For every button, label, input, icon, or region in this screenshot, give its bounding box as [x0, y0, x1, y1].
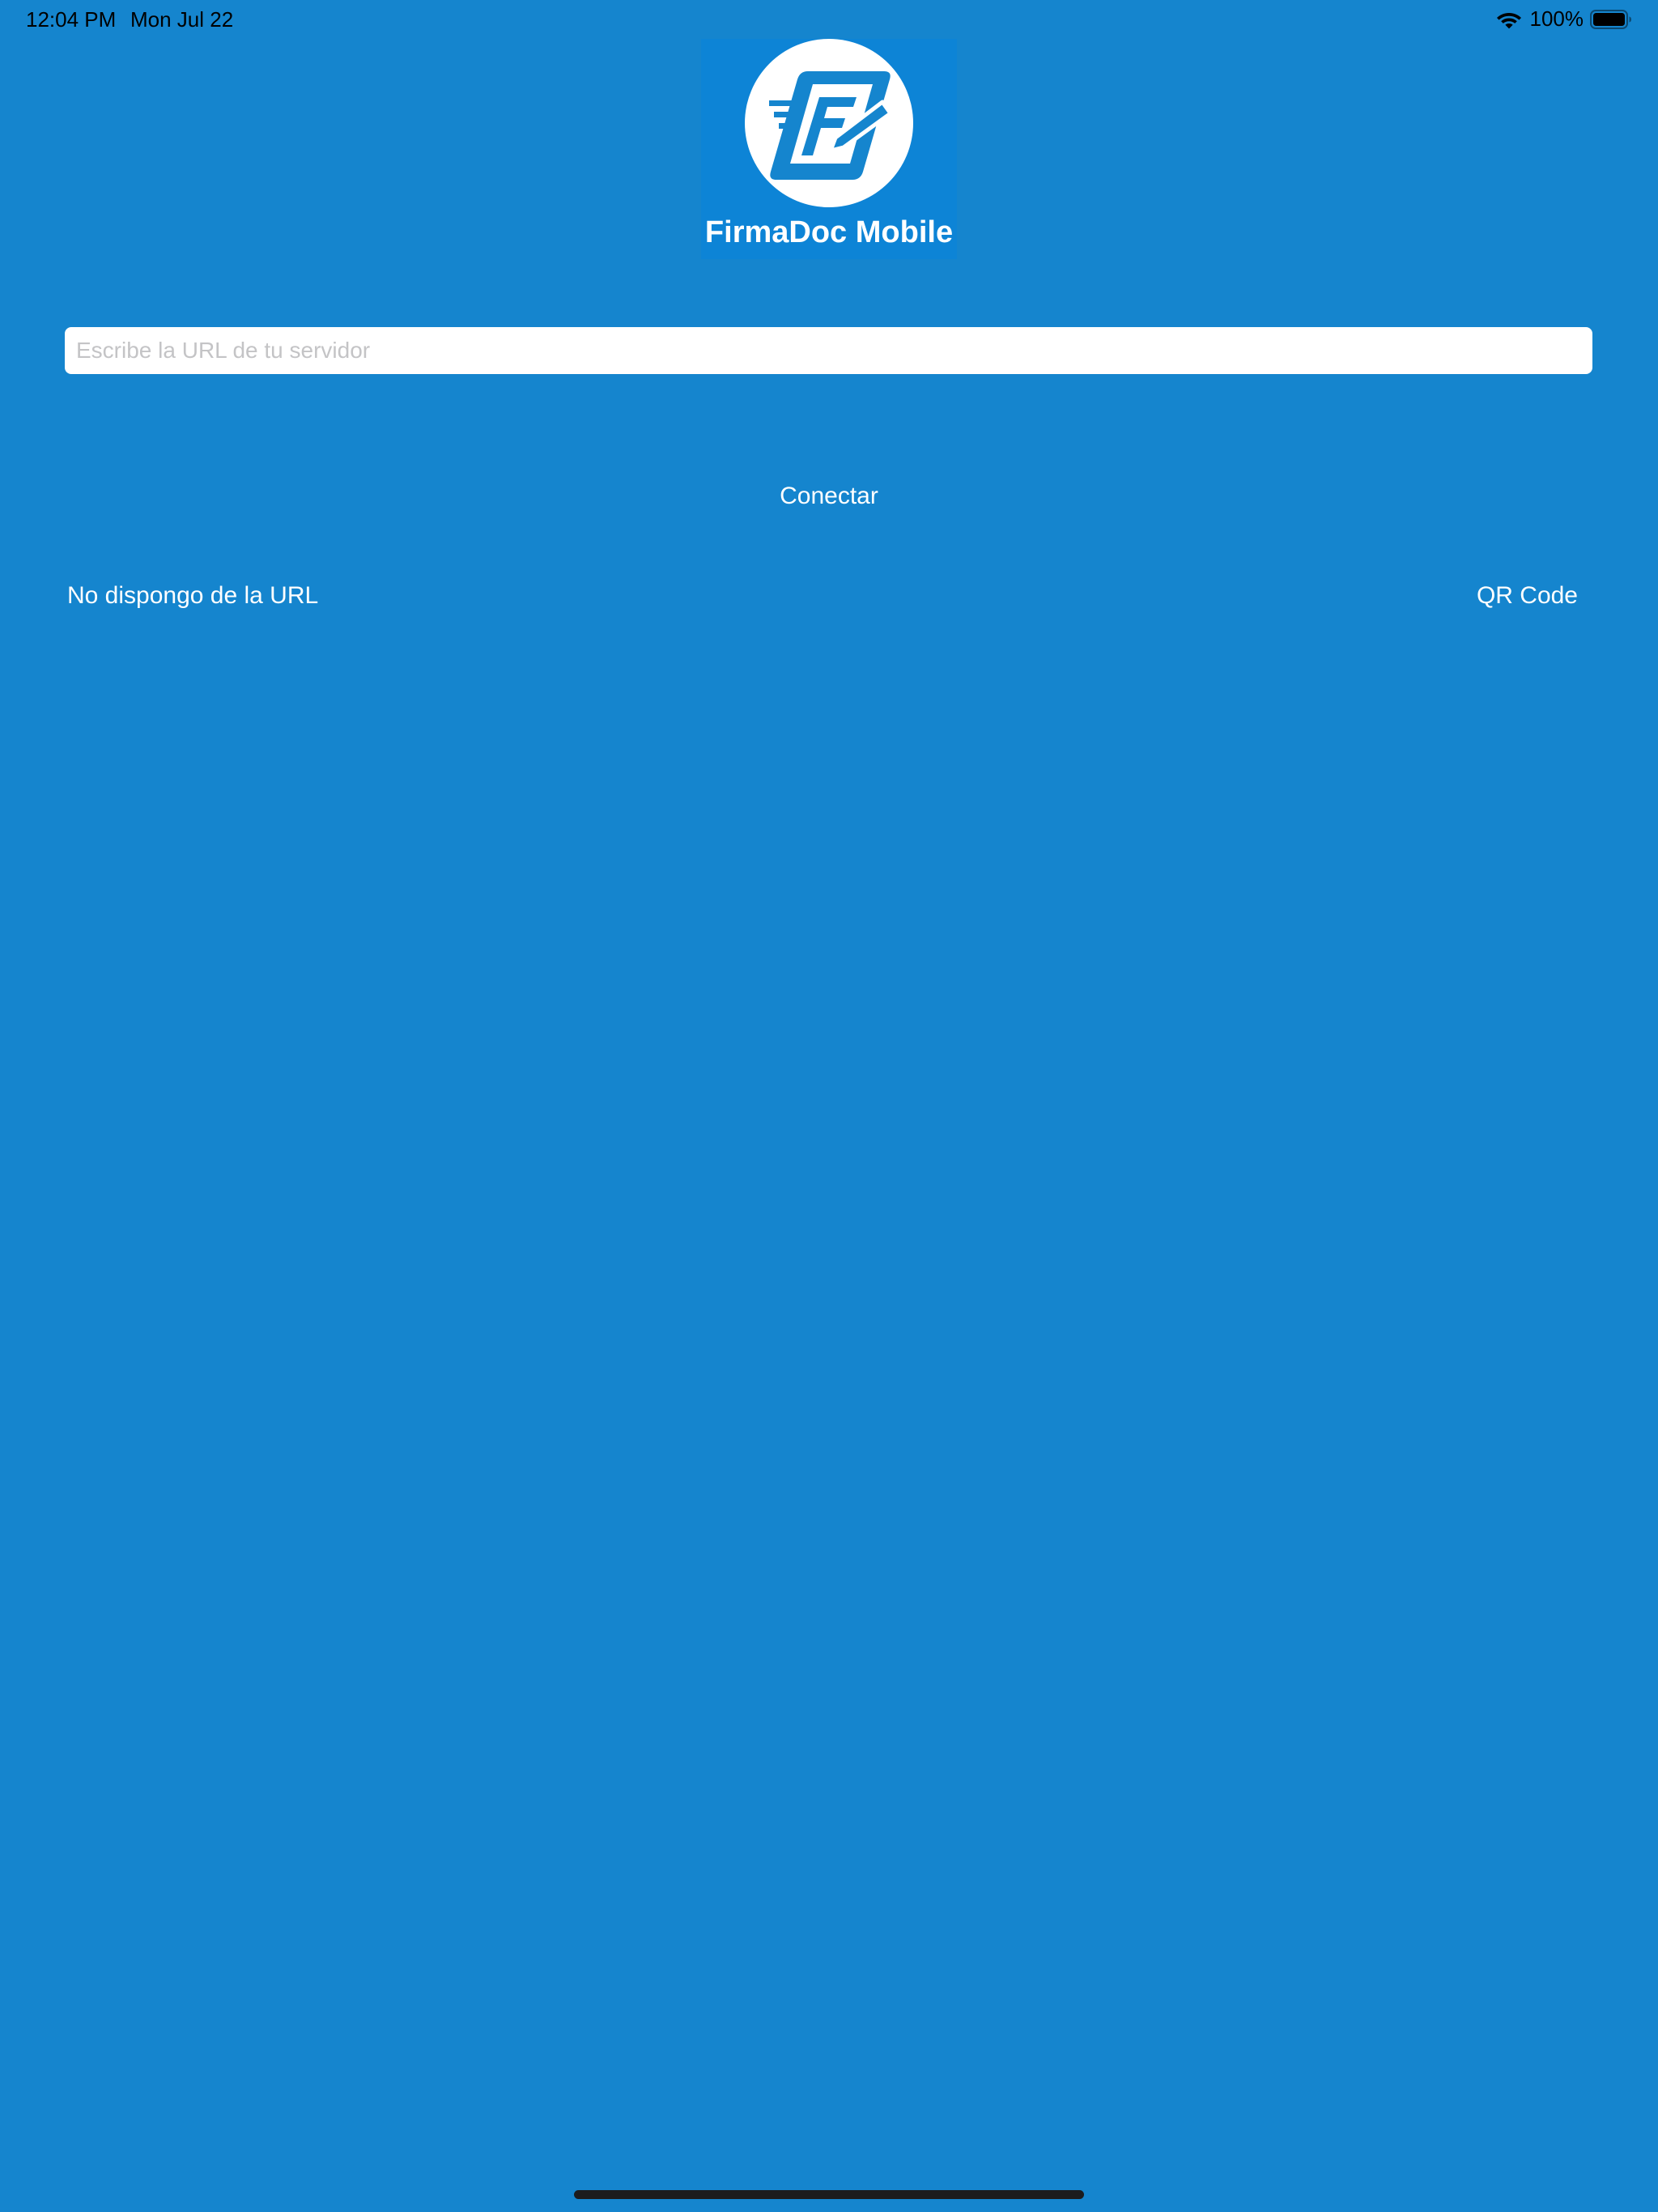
home-indicator[interactable] — [574, 2190, 1084, 2199]
connect-button[interactable]: Conectar — [708, 476, 950, 517]
status-indicators: 100% — [1496, 6, 1633, 32]
app-title: FirmaDoc Mobile — [704, 215, 954, 249]
server-url-input[interactable] — [65, 327, 1592, 374]
firmadoc-logo-icon — [745, 39, 913, 207]
qr-code-link[interactable]: QR Code — [1477, 582, 1578, 610]
battery-percent: 100% — [1529, 6, 1584, 31]
status-time: 12:04 PM — [26, 7, 117, 32]
no-url-link[interactable]: No dispongo de la URL — [67, 582, 318, 610]
status-date: Mon Jul 22 — [130, 7, 234, 32]
logo-block: FirmaDoc Mobile — [701, 39, 957, 259]
wifi-icon — [1496, 12, 1521, 28]
battery-icon — [1590, 9, 1631, 29]
status-bar: 12:04 PM Mon Jul 22 100% — [0, 0, 1658, 39]
